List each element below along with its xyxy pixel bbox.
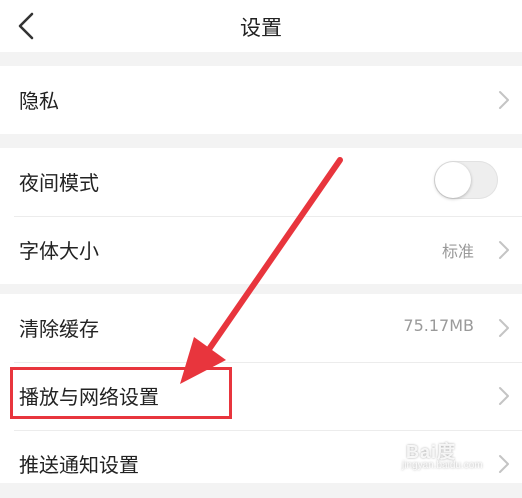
settings-row-label: 夜间模式	[19, 171, 99, 195]
page-title: 设置	[240, 16, 282, 40]
watermark-domain: jingyan.baidu.com	[402, 460, 483, 471]
settings-group-privacy: 隐私	[0, 66, 522, 134]
header: 设置	[0, 0, 522, 52]
chevron-right-icon	[499, 387, 509, 405]
settings-row-night-mode[interactable]: 夜间模式	[0, 148, 522, 216]
annotation-highlight-box	[10, 367, 232, 419]
toggle-knob	[435, 162, 471, 198]
settings-row-label: 清除缓存	[19, 317, 99, 341]
baidu-watermark: Bai度 jingyan.baidu.com	[398, 438, 518, 478]
chevron-right-icon	[499, 241, 509, 259]
settings-row-label: 隐私	[19, 89, 59, 113]
settings-row-value: 标准	[441, 242, 474, 261]
night-mode-toggle[interactable]	[434, 161, 498, 199]
settings-row-label: 推送通知设置	[19, 453, 139, 477]
settings-group-display: 夜间模式 字体大小 标准	[0, 148, 522, 284]
chevron-right-icon	[499, 319, 509, 337]
settings-row-font-size[interactable]: 字体大小 标准	[0, 216, 522, 284]
chevron-right-icon	[499, 91, 509, 109]
cache-size-value: 75.17MB	[403, 316, 474, 335]
settings-row-label: 字体大小	[19, 239, 99, 263]
settings-row-clear-cache[interactable]: 清除缓存 75.17MB	[0, 294, 522, 362]
settings-row-privacy[interactable]: 隐私	[0, 66, 522, 134]
